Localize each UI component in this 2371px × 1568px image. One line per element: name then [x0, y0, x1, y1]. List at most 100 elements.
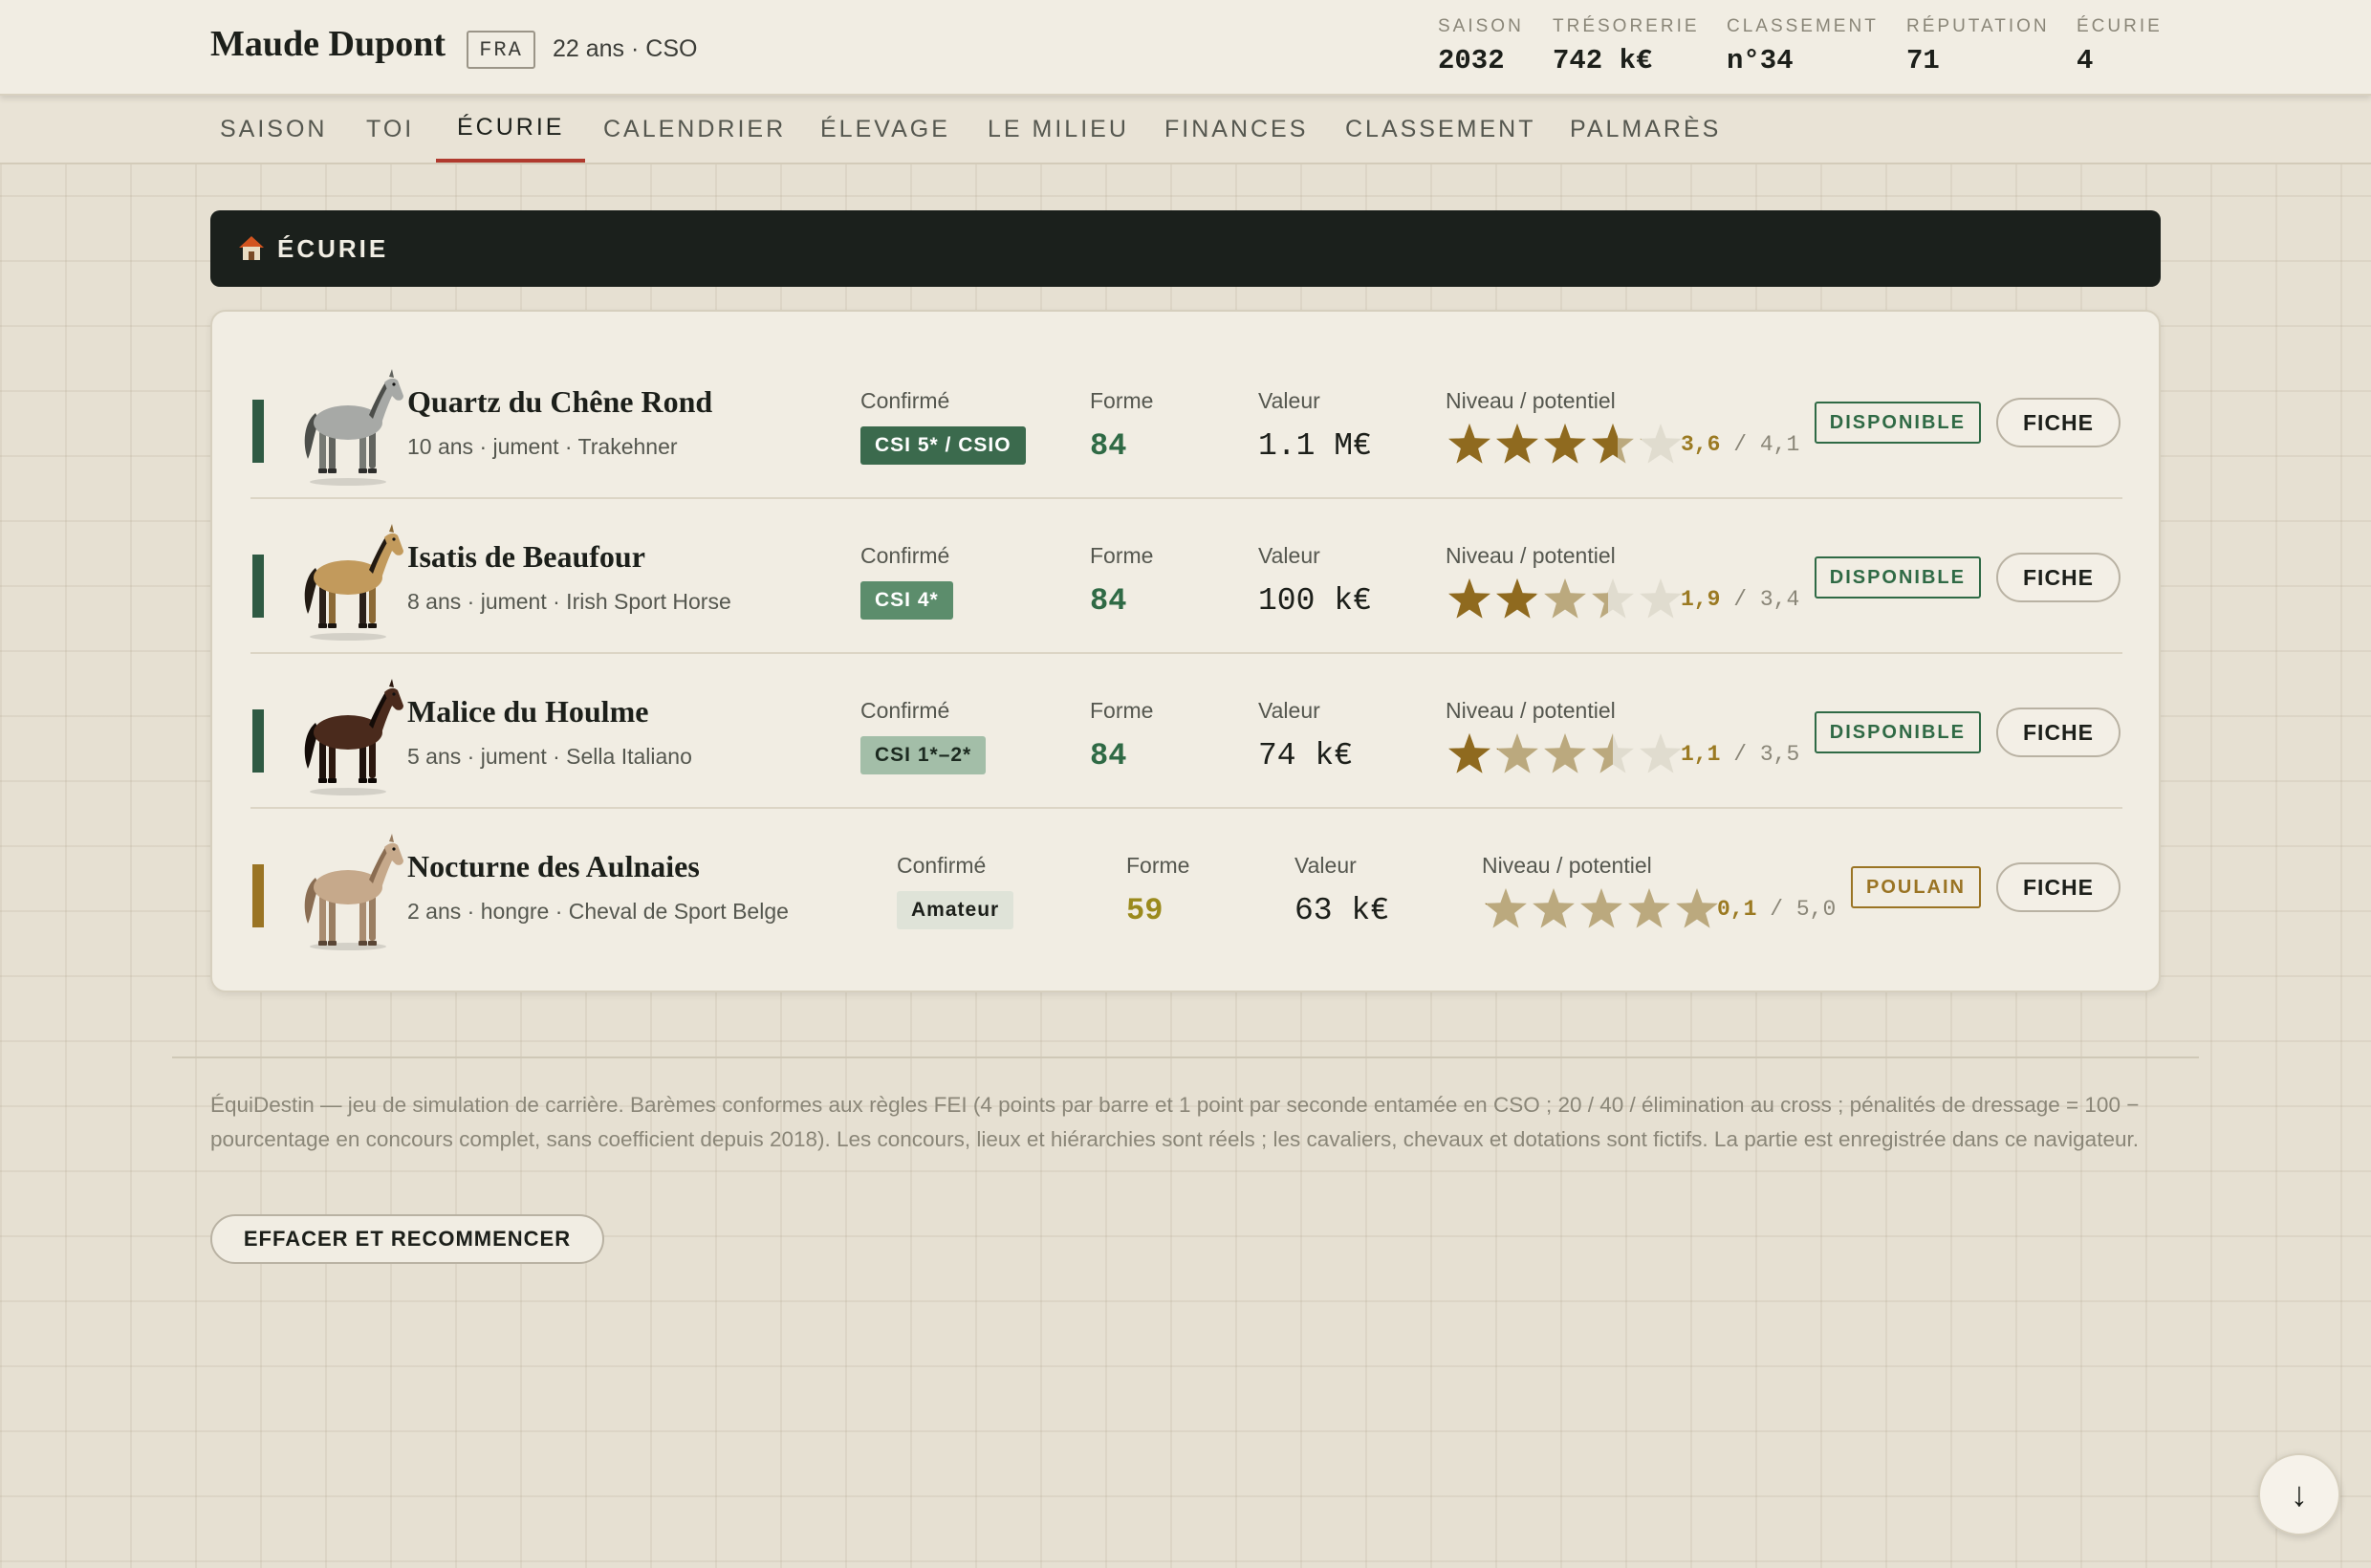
tab-toi[interactable]: TOI [345, 96, 435, 163]
horse-row: Quartz du Chêne Rond 10 ans · jument · T… [250, 346, 2122, 499]
star-icon [1533, 888, 1575, 928]
niveau-potentiel-label: Niveau / potentiel [1446, 543, 1616, 568]
category-label: Confirmé [897, 853, 987, 878]
stat-tresorerie: TRÉSORERIE 742 k€ [1553, 16, 1700, 76]
competition-level-badge: CSI 5* / CSIO [860, 426, 1026, 465]
horse-name[interactable]: Nocturne des Aulnaies [407, 849, 700, 884]
niveau-potentiel-label: Niveau / potentiel [1446, 698, 1616, 723]
forme-value: 84 [1090, 583, 1127, 619]
stat-value: n°34 [1727, 45, 1794, 76]
horse-image [293, 828, 407, 952]
star-icon [1544, 578, 1586, 619]
status-badge: DISPONIBLE [1814, 402, 1981, 444]
stat-label: RÉPUTATION [1906, 16, 2050, 36]
potentiel-value: / 4,1 [1733, 432, 1800, 457]
reset-game-button[interactable]: EFFACER ET RECOMMENCER [210, 1214, 604, 1264]
niveau-potentiel-label: Niveau / potentiel [1446, 388, 1616, 413]
status-badge: DISPONIBLE [1814, 556, 1981, 599]
tab-ecurie[interactable]: ÉCURIE [436, 96, 586, 163]
row-accent-bar [252, 709, 264, 773]
stable-card: Quartz du Chêne Rond 10 ans · jument · T… [210, 310, 2161, 992]
forme-value: 84 [1090, 738, 1127, 773]
category-label: Confirmé [860, 698, 950, 723]
row-accent-bar [252, 864, 264, 927]
fiche-button[interactable]: FICHE [1996, 862, 2121, 912]
main-nav: SAISON TOI ÉCURIE CALENDRIER ÉLEVAGE LE … [0, 96, 2371, 164]
nation-badge: FRA [467, 31, 535, 69]
row-accent-bar [252, 400, 264, 463]
horse-row: Nocturne des Aulnaies 2 ans · hongre · C… [250, 811, 2122, 964]
niveau-value: 0,1 [1717, 897, 1757, 922]
star-icon [1544, 424, 1586, 464]
horse-name[interactable]: Quartz du Chêne Rond [407, 384, 712, 420]
level-stars [1482, 885, 1721, 933]
star-icon [1544, 733, 1586, 773]
tab-le-milieu[interactable]: LE MILIEU [967, 96, 1150, 163]
horse-description: 8 ans · jument · Irish Sport Horse [407, 589, 731, 614]
niveau-value: 3,6 [1681, 432, 1721, 457]
star-icon [1592, 424, 1634, 464]
fiche-button[interactable]: FICHE [1996, 553, 2121, 602]
level-stars [1446, 576, 1685, 623]
horse-row: Isatis de Beaufour 8 ans · jument · Iris… [250, 501, 2122, 654]
horse-image [293, 363, 407, 488]
horse-description: 2 ans · hongre · Cheval de Sport Belge [407, 899, 789, 924]
competition-level-badge: Amateur [897, 891, 1014, 929]
valeur-label: Valeur [1258, 698, 1320, 723]
niveau-potentiel-label: Niveau / potentiel [1482, 853, 1652, 878]
fiche-button[interactable]: FICHE [1996, 398, 2121, 447]
star-icon [1676, 888, 1718, 928]
level-stars [1446, 730, 1685, 778]
scroll-down-button[interactable]: ↓ [2258, 1453, 2340, 1535]
tab-classement[interactable]: CLASSEMENT [1324, 96, 1556, 163]
category-label: Confirmé [860, 543, 950, 568]
star-icon [1640, 578, 1682, 619]
star-icon [1448, 578, 1490, 619]
forme-label: Forme [1090, 388, 1154, 413]
row-divider [250, 807, 2122, 809]
stat-label: ÉCURIE [2077, 16, 2163, 36]
stat-label: TRÉSORERIE [1553, 16, 1700, 36]
player-meta: 22 ans · CSO [553, 35, 698, 62]
star-icon [1496, 578, 1538, 619]
niveau-value: 1,9 [1681, 587, 1721, 612]
horse-image [293, 673, 407, 797]
stat-reputation: RÉPUTATION 71 [1906, 16, 2050, 76]
section-header: ÉCURIE [210, 210, 2161, 287]
stat-value: 71 [1906, 45, 1940, 76]
star-icon [1448, 733, 1490, 773]
tab-finances[interactable]: FINANCES [1143, 96, 1329, 163]
star-icon [1640, 424, 1682, 464]
tab-saison[interactable]: SAISON [199, 96, 348, 163]
tab-elevage[interactable]: ÉLEVAGE [799, 96, 971, 163]
stat-label: CLASSEMENT [1727, 16, 1879, 36]
top-bar: Maude Dupont FRA 22 ans · CSO SAISON 203… [0, 0, 2371, 96]
potentiel-value: / 3,5 [1733, 742, 1800, 767]
category-label: Confirmé [860, 388, 950, 413]
competition-level-badge: CSI 1*–2* [860, 736, 987, 774]
star-icon [1580, 888, 1622, 928]
valeur-label: Valeur [1258, 543, 1320, 568]
valeur-value: 63 k€ [1294, 893, 1390, 928]
valeur-label: Valeur [1258, 388, 1320, 413]
horse-row: Malice du Houlme 5 ans · jument · Sella … [250, 656, 2122, 809]
star-icon [1592, 578, 1634, 619]
row-divider [250, 652, 2122, 654]
player-name: Maude Dupont [210, 24, 446, 64]
star-icon [1485, 888, 1527, 928]
level-stars [1446, 421, 1685, 468]
horse-name[interactable]: Isatis de Beaufour [407, 539, 645, 575]
horse-name[interactable]: Malice du Houlme [407, 694, 648, 730]
stat-value: 2032 [1438, 45, 1505, 76]
star-icon [1640, 733, 1682, 773]
forme-label: Forme [1090, 543, 1154, 568]
potentiel-value: / 5,0 [1770, 897, 1837, 922]
horse-image [293, 518, 407, 642]
tab-calendrier[interactable]: CALENDRIER [582, 96, 807, 163]
valeur-value: 100 k€ [1258, 583, 1372, 619]
fiche-button[interactable]: FICHE [1996, 708, 2121, 757]
valeur-value: 1.1 M€ [1258, 428, 1372, 464]
stat-ecurie: ÉCURIE 4 [2077, 16, 2163, 76]
tab-palmares[interactable]: PALMARÈS [1549, 96, 1742, 163]
house-icon [239, 236, 264, 261]
